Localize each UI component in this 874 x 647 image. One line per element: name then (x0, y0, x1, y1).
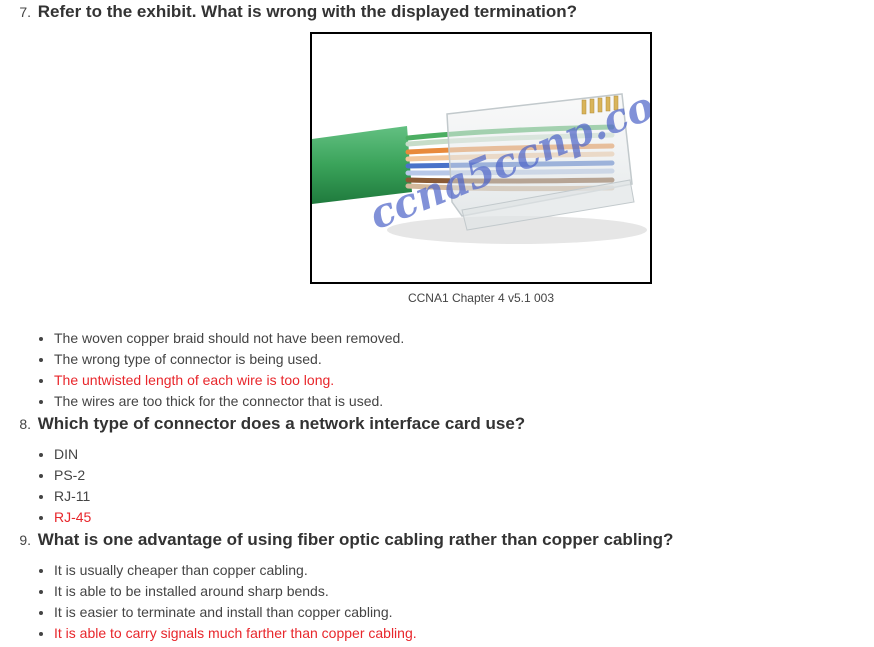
answer-option: The woven copper braid should not have b… (0, 328, 404, 349)
question-number: 9. (19, 532, 31, 548)
answer-option: The wrong type of connector is being use… (0, 349, 404, 370)
question-text: Which type of connector does a network i… (37, 414, 526, 433)
answer-list-q7: The woven copper braid should not have b… (0, 328, 404, 412)
answer-option: It is usually cheaper than copper cablin… (0, 560, 417, 581)
rj45-connector-illustration: ccna5ccnp.com (312, 34, 650, 282)
answer-option: RJ-11 (0, 486, 91, 507)
answer-option-correct: RJ-45 (0, 507, 91, 528)
question-9: 9. What is one advantage of using fiber … (0, 530, 874, 550)
question-number: 8. (19, 416, 31, 432)
answer-option: DIN (0, 444, 91, 465)
answer-option-correct: The untwisted length of each wire is too… (0, 370, 404, 391)
question-number: 7. (19, 4, 31, 20)
question-text: What is one advantage of using fiber opt… (37, 530, 674, 549)
answer-option-correct: It is able to carry signals much farther… (0, 623, 417, 644)
question-text: Refer to the exhibit. What is wrong with… (37, 2, 578, 21)
question-7: 7. Refer to the exhibit. What is wrong w… (0, 2, 874, 22)
answer-list-q8: DIN PS-2 RJ-11 RJ-45 (0, 444, 91, 528)
answer-option: PS-2 (0, 465, 91, 486)
question-8: 8. Which type of connector does a networ… (0, 414, 874, 434)
answer-option: It is able to be installed around sharp … (0, 581, 417, 602)
answer-option: It is easier to terminate and install th… (0, 602, 417, 623)
answer-list-q9: It is usually cheaper than copper cablin… (0, 560, 417, 644)
exhibit-image: ccna5ccnp.com (310, 32, 652, 284)
exhibit-caption: CCNA1 Chapter 4 v5.1 003 (407, 291, 555, 305)
answer-option: The wires are too thick for the connecto… (0, 391, 404, 412)
